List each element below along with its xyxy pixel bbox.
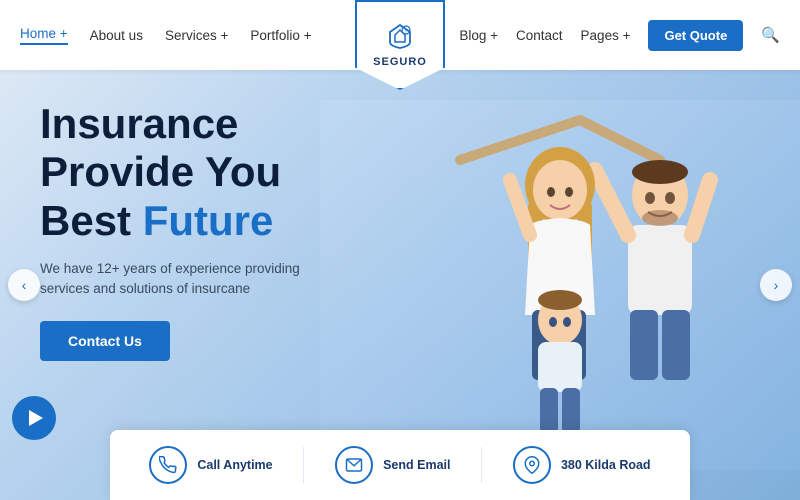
nav-item-pages[interactable]: Pages + bbox=[581, 28, 631, 43]
bottom-item-address: 380 Kilda Road bbox=[513, 446, 651, 484]
divider-1 bbox=[303, 447, 304, 483]
contact-us-button[interactable]: Contact Us bbox=[40, 321, 170, 361]
hero-title-line3-highlight: Future bbox=[143, 197, 274, 244]
email-icon bbox=[335, 446, 373, 484]
nav-item-portfolio[interactable]: Portfolio + bbox=[250, 28, 311, 43]
nav-item-blog[interactable]: Blog + bbox=[459, 28, 498, 43]
play-icon bbox=[29, 410, 43, 426]
bottom-item-call: Call Anytime bbox=[149, 446, 272, 484]
hero-next-arrow[interactable]: › bbox=[760, 269, 792, 301]
nav-left: Home + About us Services + Portfolio + bbox=[20, 26, 312, 45]
hero-subtitle: We have 12+ years of experience providin… bbox=[40, 259, 340, 300]
nav-item-about[interactable]: About us bbox=[90, 28, 143, 43]
hero-content: Insurance Provide You Best Future We hav… bbox=[40, 100, 420, 361]
video-play-button[interactable] bbox=[12, 396, 56, 440]
location-icon bbox=[513, 446, 551, 484]
address-label: 380 Kilda Road bbox=[561, 458, 651, 472]
hero-title: Insurance Provide You Best Future bbox=[40, 100, 420, 245]
nav-right: Blog + Contact Pages + Get Quote 🔍 bbox=[459, 20, 780, 51]
chevron-left-icon: ‹ bbox=[22, 277, 27, 293]
nav-item-services[interactable]: Services + bbox=[165, 28, 228, 43]
hero-title-line2: Provide You bbox=[40, 148, 281, 195]
get-quote-button[interactable]: Get Quote bbox=[648, 20, 743, 51]
hero-prev-arrow[interactable]: ‹ bbox=[8, 269, 40, 301]
email-label: Send Email bbox=[383, 458, 450, 472]
phone-icon bbox=[149, 446, 187, 484]
hero-section: Insurance Provide You Best Future We hav… bbox=[0, 70, 800, 500]
nav-item-contact[interactable]: Contact bbox=[516, 28, 563, 43]
hero-title-line1: Insurance bbox=[40, 100, 238, 147]
bottom-item-email: Send Email bbox=[335, 446, 450, 484]
logo-icon: ! bbox=[386, 22, 414, 54]
bottom-info-bar: Call Anytime Send Email 380 Kilda Road bbox=[110, 430, 690, 500]
logo-text: SEGURO bbox=[373, 56, 427, 68]
navbar: Home + About us Services + Portfolio + !… bbox=[0, 0, 800, 70]
divider-2 bbox=[481, 447, 482, 483]
nav-item-home[interactable]: Home + bbox=[20, 26, 68, 45]
chevron-right-icon: › bbox=[774, 277, 779, 293]
search-icon[interactable]: 🔍 bbox=[761, 26, 780, 44]
call-label: Call Anytime bbox=[197, 458, 272, 472]
hero-title-line3-plain: Best bbox=[40, 197, 143, 244]
